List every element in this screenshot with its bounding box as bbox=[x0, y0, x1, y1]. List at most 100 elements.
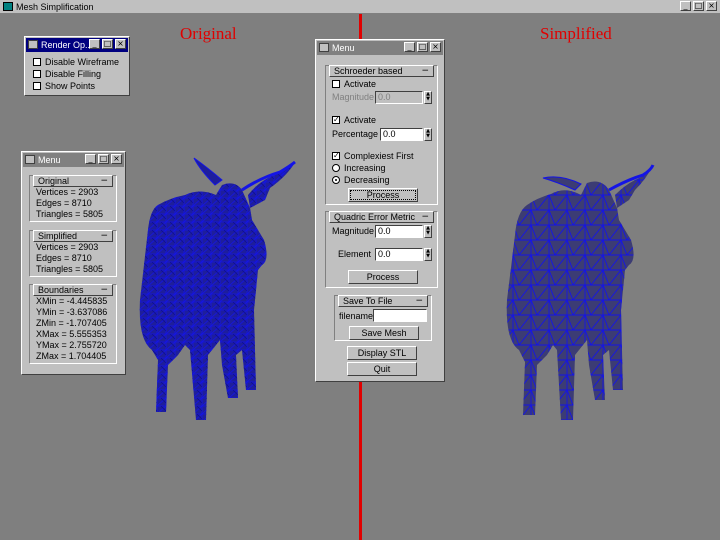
filename-field[interactable] bbox=[373, 309, 427, 322]
minimize-button[interactable]: _ bbox=[85, 154, 96, 164]
original-mesh-view[interactable] bbox=[130, 150, 320, 425]
display-stl-button[interactable]: Display STL bbox=[347, 346, 417, 360]
edges-value: Edges = 8710 bbox=[36, 198, 92, 208]
save-group: Save To File − filename Save Mesh bbox=[334, 295, 432, 341]
control-menu-title-bar[interactable]: Menu _ □ × bbox=[317, 41, 443, 55]
element-spinner[interactable]: ▲ ▼ bbox=[424, 248, 432, 261]
check-icon[interactable]: ✓ bbox=[332, 152, 340, 160]
maximize-button[interactable]: □ bbox=[417, 42, 428, 52]
option-label: Activate bbox=[344, 79, 377, 89]
increasing-option[interactable]: Increasing bbox=[332, 162, 432, 174]
save-header[interactable]: Save To File − bbox=[338, 295, 428, 307]
simplified-stats-header[interactable]: Simplified − bbox=[33, 230, 113, 242]
zmax-value: ZMax = 1.704405 bbox=[36, 351, 107, 361]
maximize-button[interactable]: □ bbox=[98, 154, 109, 164]
radio-button[interactable] bbox=[332, 164, 340, 172]
vertices-value: Vertices = 2903 bbox=[36, 242, 99, 252]
schroeder-process-button[interactable]: Process bbox=[348, 188, 418, 202]
minus-icon[interactable]: − bbox=[100, 176, 108, 186]
percentage-label: Percentage bbox=[332, 129, 379, 139]
minimize-button[interactable]: _ bbox=[404, 42, 415, 52]
render-options-title: Render Op... bbox=[41, 40, 93, 50]
option-label: Disable Wireframe bbox=[45, 57, 120, 67]
minus-icon[interactable]: − bbox=[100, 285, 108, 295]
filename-label: filename bbox=[339, 311, 374, 321]
checkbox[interactable] bbox=[33, 82, 41, 90]
magnitude-spinner: ▲ ▼ bbox=[424, 91, 432, 104]
maximize-button[interactable]: □ bbox=[693, 1, 704, 11]
check-icon[interactable]: ✓ bbox=[332, 116, 340, 124]
panel-icon bbox=[28, 40, 38, 49]
quadric-magnitude-label: Magnitude bbox=[332, 226, 375, 236]
vertices-value: Vertices = 2903 bbox=[36, 187, 99, 197]
boundaries-group: Boundaries − XMin = -4.445835 YMin = -3.… bbox=[29, 284, 117, 364]
percentage-activate-option[interactable]: ✓ Activate bbox=[332, 114, 432, 126]
window-title: Mesh Simplification bbox=[16, 2, 94, 12]
checkbox[interactable] bbox=[332, 80, 340, 88]
boundaries-header[interactable]: Boundaries − bbox=[33, 284, 113, 296]
main-title-bar: Mesh Simplification _ □ × bbox=[0, 0, 720, 14]
option-label: Disable Filling bbox=[45, 69, 102, 79]
quadric-group: Quadric Error Metric − Magnitude 0.0 ▲ ▼ … bbox=[325, 211, 438, 288]
close-button[interactable]: × bbox=[111, 154, 122, 164]
option-label: Activate bbox=[344, 115, 377, 125]
element-field[interactable]: 0.0 bbox=[375, 248, 423, 261]
minus-icon[interactable]: − bbox=[415, 296, 423, 306]
render-options-title-bar[interactable]: Render Op... _ □ × bbox=[26, 38, 128, 52]
quadric-header[interactable]: Quadric Error Metric − bbox=[329, 211, 434, 223]
triangles-value: Triangles = 5805 bbox=[36, 209, 103, 219]
option-label: Complexiest First bbox=[344, 151, 414, 161]
quadric-magnitude-field[interactable]: 0.0 bbox=[375, 225, 423, 238]
minus-icon[interactable]: − bbox=[100, 231, 108, 241]
magnitude-label: Magnitude bbox=[332, 92, 375, 102]
xmin-value: XMin = -4.445835 bbox=[36, 296, 108, 306]
panel-icon bbox=[319, 43, 329, 52]
percentage-spinner[interactable]: ▲ ▼ bbox=[424, 128, 432, 141]
schroeder-activate-option[interactable]: Activate bbox=[332, 78, 432, 90]
quadric-magnitude-spinner[interactable]: ▲ ▼ bbox=[424, 225, 432, 238]
xmax-value: XMax = 5.555353 bbox=[36, 329, 107, 339]
quit-button[interactable]: Quit bbox=[347, 362, 417, 376]
info-menu-title-bar[interactable]: Menu _ □ × bbox=[23, 153, 124, 167]
element-label: Element bbox=[338, 249, 372, 259]
panel-icon bbox=[25, 155, 35, 164]
render-options-panel: Render Op... _ □ × Disable Wireframe Dis… bbox=[24, 36, 130, 96]
show-points-option[interactable]: Show Points bbox=[33, 80, 127, 92]
disable-wireframe-option[interactable]: Disable Wireframe bbox=[33, 56, 127, 68]
checkbox[interactable] bbox=[33, 58, 41, 66]
minimize-button[interactable]: _ bbox=[680, 1, 691, 11]
original-view-label: Original bbox=[180, 24, 237, 43]
percentage-field[interactable]: 0.0 bbox=[380, 128, 423, 141]
close-button[interactable]: × bbox=[430, 42, 441, 52]
original-stats-header[interactable]: Original − bbox=[33, 175, 113, 187]
control-menu-panel: Menu _ □ × Schroeder based − Activate Ma… bbox=[315, 39, 445, 382]
close-button[interactable]: × bbox=[706, 1, 717, 11]
simplified-stats-group: Simplified − Vertices = 2903 Edges = 871… bbox=[29, 230, 117, 277]
magnitude-field: 0.0 bbox=[375, 91, 423, 104]
zmin-value: ZMin = -1.707405 bbox=[36, 318, 107, 328]
decreasing-option[interactable]: Decreasing bbox=[332, 174, 432, 186]
complexiest-first-option[interactable]: ✓ Complexiest First bbox=[332, 150, 432, 162]
app-icon bbox=[3, 2, 13, 11]
group-title: Quadric Error Metric bbox=[334, 212, 416, 222]
control-menu-title: Menu bbox=[332, 43, 355, 53]
save-mesh-button[interactable]: Save Mesh bbox=[349, 326, 419, 340]
schroeder-header[interactable]: Schroeder based − bbox=[329, 65, 434, 77]
schroeder-group: Schroeder based − Activate Magnitude 0.0… bbox=[325, 65, 438, 205]
quadric-process-button[interactable]: Process bbox=[348, 270, 418, 284]
simplified-mesh-view[interactable] bbox=[495, 150, 685, 425]
minimize-button[interactable]: _ bbox=[89, 39, 100, 49]
radio-button[interactable] bbox=[332, 176, 340, 184]
close-button[interactable]: × bbox=[115, 39, 126, 49]
simplified-view-label: Simplified bbox=[540, 24, 612, 43]
minus-icon[interactable]: − bbox=[421, 66, 429, 76]
minus-icon[interactable]: − bbox=[421, 212, 429, 222]
disable-filling-option[interactable]: Disable Filling bbox=[33, 68, 127, 80]
group-title: Save To File bbox=[343, 296, 393, 306]
option-label: Increasing bbox=[344, 163, 386, 173]
group-title: Boundaries bbox=[38, 285, 84, 295]
edges-value: Edges = 8710 bbox=[36, 253, 92, 263]
checkbox[interactable] bbox=[33, 70, 41, 78]
info-menu-title: Menu bbox=[38, 155, 61, 165]
maximize-button[interactable]: □ bbox=[102, 39, 113, 49]
